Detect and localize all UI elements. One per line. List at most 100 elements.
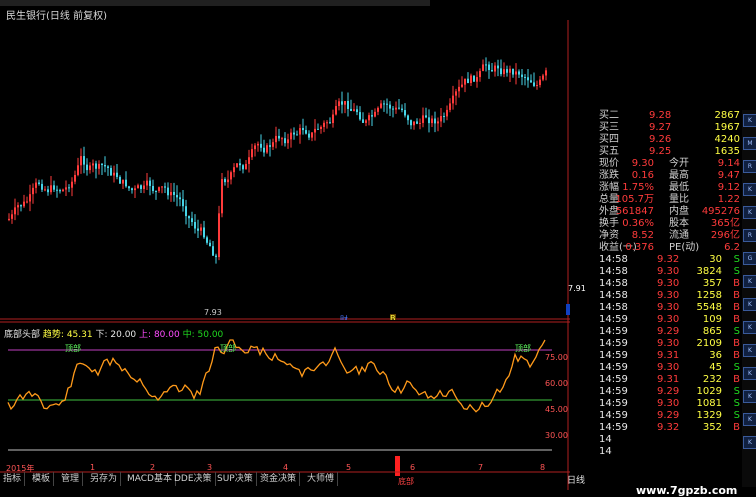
candle [491, 70, 493, 72]
candle [224, 179, 226, 183]
bid-row: 买五 9.25 1635 [599, 146, 740, 157]
candle [377, 107, 379, 112]
date-label: 2 [150, 463, 156, 472]
bottom-tab[interactable]: 管理 [58, 472, 84, 486]
candle [161, 186, 163, 188]
candle [527, 77, 529, 81]
candle [44, 189, 46, 191]
candle [482, 64, 484, 71]
bottom-tab[interactable]: SUP决策 [214, 472, 257, 486]
sidebar-tool-icon[interactable]: K [743, 114, 756, 127]
candle [476, 77, 478, 82]
candle [35, 182, 37, 188]
candle [380, 103, 382, 108]
candlestick-chart[interactable]: 9.209.008.808.608.408.208.00 [0, 20, 570, 320]
candle [101, 163, 103, 166]
up-label: 上: [139, 330, 152, 340]
stat-row: 涨跌 0.16 最高 9.47 [599, 170, 740, 181]
sidebar-tool-icon[interactable]: K [743, 436, 756, 449]
candle [254, 145, 256, 150]
candle [362, 119, 364, 123]
candle [233, 167, 235, 173]
candle [38, 182, 40, 184]
candle [209, 242, 211, 247]
sidebar-tool-icon[interactable]: K [743, 344, 756, 357]
candle [29, 194, 31, 202]
candle [290, 132, 292, 140]
candle [116, 172, 118, 177]
candle [536, 85, 538, 87]
candle [242, 165, 244, 170]
candle [221, 179, 223, 214]
candle [365, 120, 367, 123]
bottom-tab[interactable]: 模板 [29, 472, 55, 486]
bottom-tab[interactable]: 指标 [0, 472, 26, 486]
bottom-tab[interactable]: 另存为 [87, 472, 122, 486]
candle [371, 115, 373, 117]
bottom-tab[interactable]: MACD基本 [124, 472, 176, 486]
sidebar-tool-icon[interactable]: K [743, 206, 756, 219]
candle [368, 115, 370, 121]
sidebar-tool-icon[interactable]: K [743, 413, 756, 426]
tick-row: 14:59 9.31 36 B [599, 350, 740, 361]
candle [413, 121, 415, 126]
bottom-tab[interactable]: 大师傅 [304, 472, 339, 486]
sidebar-tool-icon[interactable]: K [743, 321, 756, 334]
up-value: 80.00 [153, 330, 180, 340]
indicator-header: 底部头部 趋势: 45.31 下: 20.00 上: 80.00 中: 50.0… [4, 330, 224, 340]
candle [137, 185, 139, 189]
candle [353, 109, 355, 111]
candle [545, 70, 547, 76]
candle [74, 174, 76, 182]
sidebar-tool-icon[interactable]: R [743, 229, 756, 242]
bottom-tab[interactable]: DDE决策 [171, 472, 216, 486]
candle [227, 179, 229, 183]
candle [188, 216, 190, 219]
candle [275, 135, 277, 143]
sidebar-tool-icon[interactable]: R [743, 160, 756, 173]
sidebar-tool-icon[interactable]: M [743, 137, 756, 150]
candle [311, 132, 313, 138]
candle [410, 120, 412, 126]
indicator-tick-label: 45.00 [545, 405, 568, 414]
candle [260, 143, 262, 148]
date-label: 4 [283, 463, 289, 472]
stat-row: 净资 8.52 流通 296亿 [599, 230, 740, 241]
stat-row: 涨幅 1.75% 最低 9.12 [599, 182, 740, 193]
period-label[interactable]: 日线 [567, 473, 585, 486]
candle [326, 122, 328, 124]
tick-row: 14:59 9.30 109 B [599, 314, 740, 325]
candle [197, 228, 199, 231]
candle [164, 186, 166, 188]
candle [17, 205, 19, 208]
candle [20, 205, 22, 207]
candle [431, 118, 433, 124]
sidebar-tool-icon[interactable]: K [743, 298, 756, 311]
candle [119, 176, 121, 184]
candle [293, 132, 295, 135]
sidebar-tool-icon[interactable]: K [743, 183, 756, 196]
sidebar-tool-icon[interactable]: G [743, 252, 756, 265]
candle [308, 133, 310, 138]
candle [62, 189, 64, 192]
bottom-tab[interactable]: 资金决策 [257, 472, 301, 486]
candle [518, 71, 520, 75]
candle [422, 115, 424, 123]
sidebar-tool-icon[interactable]: K [743, 390, 756, 403]
candle [287, 139, 289, 144]
candle [467, 78, 469, 84]
low-price-label: 7.93 [204, 308, 222, 317]
stat-row: 总量 105.7万 量比 1.22 [599, 194, 740, 205]
tick-row: 14:59 9.29 865 S [599, 326, 740, 337]
candle [425, 115, 427, 118]
candle [533, 82, 535, 86]
sidebar-tool-icon[interactable]: K [743, 275, 756, 288]
candle [464, 78, 466, 85]
candle [539, 79, 541, 86]
candle [443, 115, 445, 117]
candle [509, 68, 511, 73]
candle [122, 179, 124, 184]
candle [512, 68, 514, 75]
sidebar-tool-icon[interactable]: K [743, 367, 756, 380]
candle [323, 122, 325, 127]
